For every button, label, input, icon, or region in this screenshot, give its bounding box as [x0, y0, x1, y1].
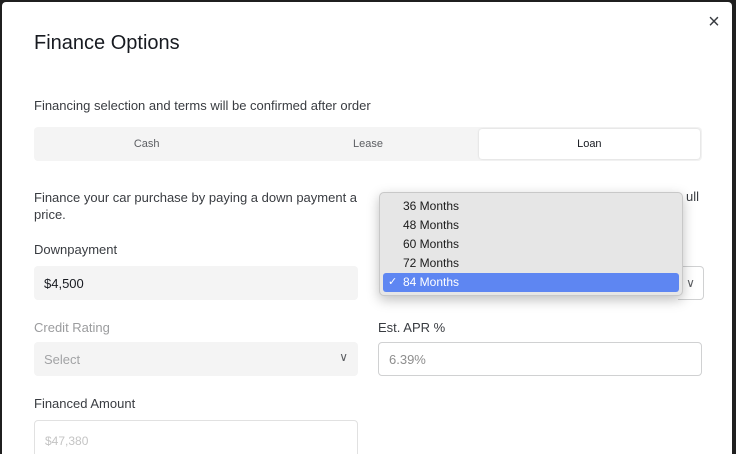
- term-option-36[interactable]: 36 Months: [383, 197, 679, 216]
- term-option-60[interactable]: 60 Months: [383, 235, 679, 254]
- financed-amount-field: $47,380: [34, 420, 358, 454]
- credit-rating-label: Credit Rating: [34, 320, 110, 335]
- checkmark-icon: ✓: [388, 276, 398, 288]
- page-title: Finance Options: [34, 32, 180, 54]
- tab-loan[interactable]: Loan: [478, 129, 700, 159]
- term-dropdown-menu: 36 Months 48 Months 60 Months 72 Months …: [379, 192, 683, 296]
- close-icon[interactable]: ×: [702, 10, 726, 34]
- chevron-down-icon: ∨: [686, 276, 695, 290]
- term-option-48[interactable]: 48 Months: [383, 216, 679, 235]
- apr-value: 6.39%: [389, 351, 426, 367]
- tab-cash[interactable]: Cash: [36, 129, 257, 159]
- credit-rating-placeholder: Select: [44, 351, 81, 367]
- downpayment-value: $4,500: [44, 275, 84, 291]
- downpayment-input[interactable]: $4,500: [34, 266, 358, 300]
- payment-type-tabs: Cash Lease Loan: [34, 127, 702, 161]
- apr-input[interactable]: 6.39%: [378, 342, 702, 376]
- description-end-fragment: ull: [686, 189, 700, 204]
- chevron-down-icon: ∨: [339, 350, 348, 364]
- term-option-72[interactable]: 72 Months: [383, 254, 679, 273]
- downpayment-label: Downpayment: [34, 242, 118, 257]
- apr-label: Est. APR %: [378, 320, 446, 335]
- term-option-84[interactable]: ✓ 84 Months: [383, 273, 679, 292]
- finance-options-modal: × Finance Options Financing selection an…: [2, 2, 732, 454]
- financed-amount-value: $47,380: [45, 434, 89, 448]
- subtitle: Financing selection and terms will be co…: [34, 98, 371, 113]
- financed-amount-label: Financed Amount: [34, 396, 136, 411]
- term-option-84-label: 84 Months: [403, 275, 460, 289]
- tab-lease[interactable]: Lease: [257, 129, 478, 159]
- credit-rating-select[interactable]: Select ∨: [34, 342, 358, 376]
